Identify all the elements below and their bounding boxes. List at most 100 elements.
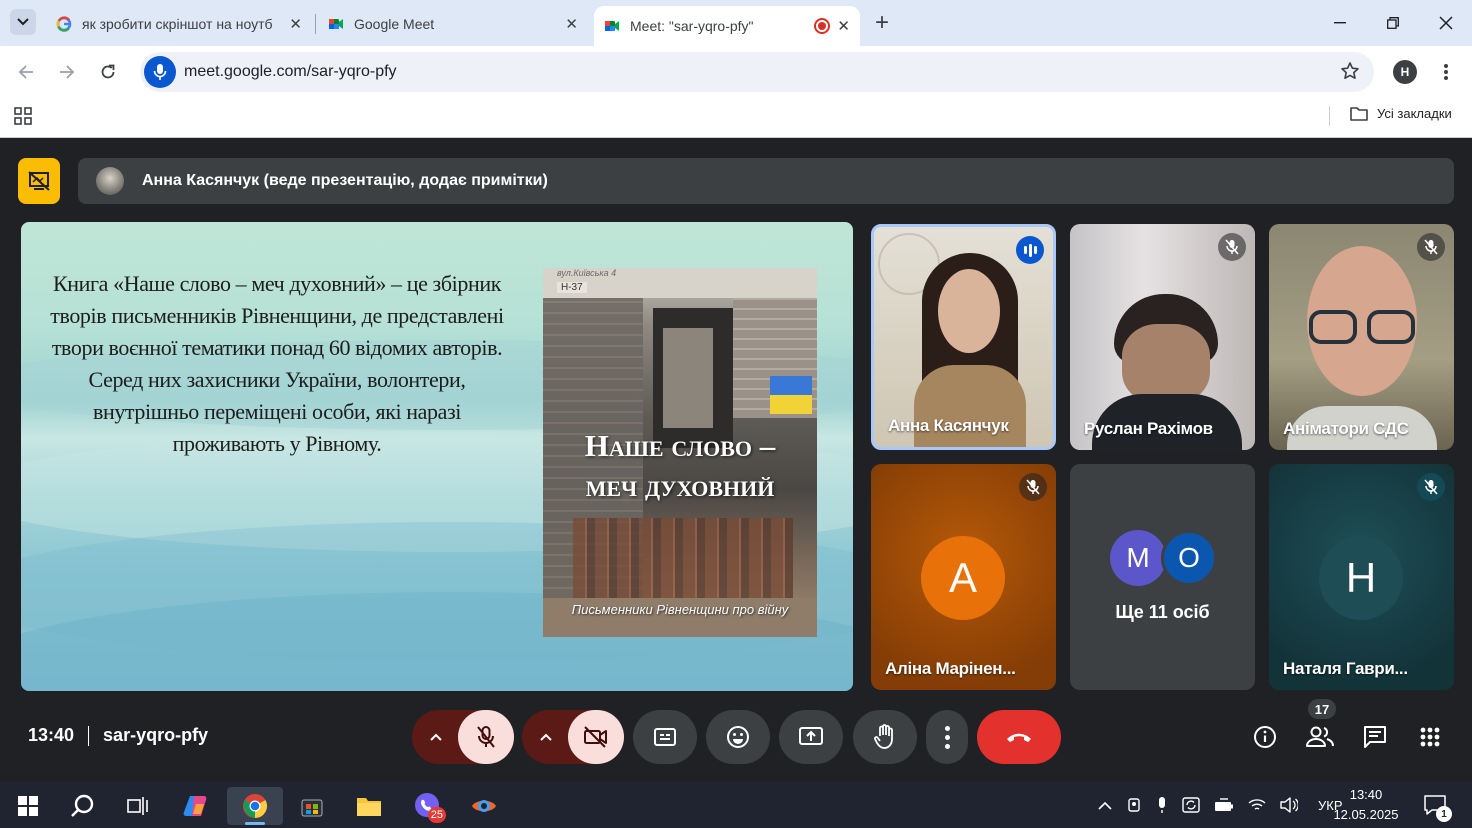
close-window-button[interactable] xyxy=(1432,9,1460,37)
volume-icon[interactable] xyxy=(1280,797,1298,813)
book-title-line: Наше слово – xyxy=(584,428,776,463)
microphone-tray-icon[interactable] xyxy=(1156,796,1168,814)
viber-badge: 25 xyxy=(427,807,446,823)
profile-avatar[interactable]: H xyxy=(1393,60,1417,84)
close-icon[interactable]: ✕ xyxy=(565,15,578,33)
camera-off-icon xyxy=(584,726,607,748)
close-icon[interactable]: ✕ xyxy=(289,15,302,33)
tab-strip: як зробити скріншот на ноутб ✕ Google Me… xyxy=(0,0,1472,46)
microphone-icon[interactable] xyxy=(144,56,176,88)
store-button[interactable] xyxy=(289,787,335,825)
camera-toggle-button[interactable] xyxy=(568,710,624,764)
back-button[interactable] xyxy=(12,58,40,86)
people-button[interactable]: 17 xyxy=(1299,699,1341,764)
presenter-avatar xyxy=(96,167,124,195)
emoji-icon xyxy=(727,726,749,748)
chat-button[interactable] xyxy=(1354,710,1396,764)
clock[interactable]: 13:40 12.05.2025 xyxy=(1330,782,1402,828)
meeting-info: 13:40 sar-yqro-pfy xyxy=(28,725,208,746)
participant-name: Аніматори СДС xyxy=(1283,419,1409,438)
participant-tile[interactable]: Руслан Рахімов xyxy=(1070,224,1255,450)
slide-line: Серед них захисники України, волонтери, xyxy=(88,367,466,392)
people-count-badge: 17 xyxy=(1308,699,1336,719)
others-avatars: М О xyxy=(1110,530,1220,586)
viber-button[interactable]: 25 xyxy=(404,787,450,825)
microphone-toggle-button[interactable] xyxy=(458,710,514,764)
arrow-left-icon xyxy=(18,65,33,79)
chrome-taskbar-button[interactable] xyxy=(227,787,283,825)
copilot-button[interactable] xyxy=(173,787,219,825)
presentation-slide: Книга «Наше слово – меч духовний» – це з… xyxy=(21,222,853,691)
menu-kebab-icon[interactable] xyxy=(1440,62,1452,82)
address-bar[interactable]: meet.google.com/sar-yqro-pfy xyxy=(140,52,1374,92)
sync-icon[interactable] xyxy=(1182,797,1200,813)
participant-tile[interactable]: Аніматори СДС xyxy=(1269,224,1454,450)
folder-icon xyxy=(357,798,381,816)
new-tab-button[interactable]: + xyxy=(868,9,896,37)
muted-icon xyxy=(1417,233,1445,261)
others-tile[interactable]: М О Ще 11 осіб xyxy=(1070,464,1255,690)
tab-title: як зробити скріншот на ноутб xyxy=(82,16,273,32)
apps-grid-icon xyxy=(1420,727,1440,747)
close-icon[interactable]: ✕ xyxy=(837,17,850,35)
camera-tray-icon[interactable] xyxy=(1126,797,1142,813)
audio-options-button[interactable] xyxy=(412,710,460,764)
task-view-button[interactable] xyxy=(115,787,161,825)
tab-google-meet[interactable]: Google Meet ✕ xyxy=(318,6,588,42)
participant-tile[interactable]: А Аліна Марінен... xyxy=(871,464,1056,690)
meeting-details-button[interactable] xyxy=(1244,710,1286,764)
restore-button[interactable] xyxy=(1379,9,1407,37)
slide-line: творів письменників Рівненщини, де предс… xyxy=(50,303,504,328)
start-button[interactable] xyxy=(5,787,51,825)
meet-area: Анна Касянчук (веде презентацію, додає п… xyxy=(0,139,1472,782)
apps-grid-icon[interactable] xyxy=(14,107,32,130)
tab-search-button[interactable] xyxy=(10,9,36,35)
chevron-down-icon xyxy=(17,18,29,26)
closed-captions-icon xyxy=(654,728,676,746)
more-options-button[interactable] xyxy=(926,710,968,764)
system-tray: УКР xyxy=(1098,782,1343,828)
slide-text: Книга «Наше слово – меч духовний» – це з… xyxy=(27,268,527,460)
call-end-icon xyxy=(1007,733,1031,742)
chrome-icon xyxy=(243,794,268,818)
reload-button[interactable] xyxy=(94,58,122,86)
present-screen-button[interactable] xyxy=(779,710,843,764)
captions-button[interactable] xyxy=(633,710,697,764)
participant-tile-speaking[interactable]: Анна Касянчук xyxy=(871,224,1056,450)
raise-hand-button[interactable] xyxy=(853,710,917,764)
bookmarks-bar: Усі закладки xyxy=(0,98,1472,138)
clock-date: 12.05.2025 xyxy=(1333,807,1399,822)
book-top-text: вул.Київська 4 xyxy=(557,268,617,278)
meet-icon xyxy=(605,21,619,31)
wifi-icon[interactable] xyxy=(1248,798,1266,812)
tab-screenshot-search[interactable]: як зробити скріншот на ноутб ✕ xyxy=(46,6,312,42)
battery-icon[interactable] xyxy=(1214,798,1234,812)
video-options-button[interactable] xyxy=(522,710,570,764)
forward-button[interactable] xyxy=(53,58,81,86)
stop-presenting-button[interactable] xyxy=(18,158,60,204)
activities-button[interactable] xyxy=(1409,710,1451,764)
restore-icon xyxy=(1387,17,1399,29)
copilot-icon xyxy=(183,796,207,816)
minimize-button[interactable] xyxy=(1326,9,1354,37)
search-button[interactable] xyxy=(60,787,106,825)
present-off-icon xyxy=(28,171,50,191)
participant-tile[interactable]: Н Наталя Гаври... xyxy=(1269,464,1454,690)
reactions-button[interactable] xyxy=(706,710,770,764)
clock-time: 13:40 xyxy=(1349,787,1383,802)
meeting-time: 13:40 xyxy=(28,725,75,745)
slide-line: твори воєнної тематики понад 60 відомих … xyxy=(51,335,503,360)
participant-name: Анна Касянчук xyxy=(888,416,1009,435)
participant-avatar: Н xyxy=(1319,536,1403,620)
chevron-up-icon[interactable] xyxy=(1098,800,1112,810)
all-bookmarks-button[interactable]: Усі закладки xyxy=(1350,106,1452,121)
others-avatar-1: М xyxy=(1110,530,1166,586)
leave-call-button[interactable] xyxy=(977,710,1061,764)
bookmark-star-icon[interactable] xyxy=(1340,61,1360,86)
notifications-button[interactable]: 1 xyxy=(1424,782,1452,828)
file-explorer-button[interactable] xyxy=(346,787,392,825)
eye-app-button[interactable] xyxy=(461,787,507,825)
tab-meet-active[interactable]: Meet: "sar-yqro-pfy" ✕ xyxy=(594,6,860,46)
muted-icon xyxy=(1218,233,1246,261)
chevron-up-icon xyxy=(430,733,442,741)
